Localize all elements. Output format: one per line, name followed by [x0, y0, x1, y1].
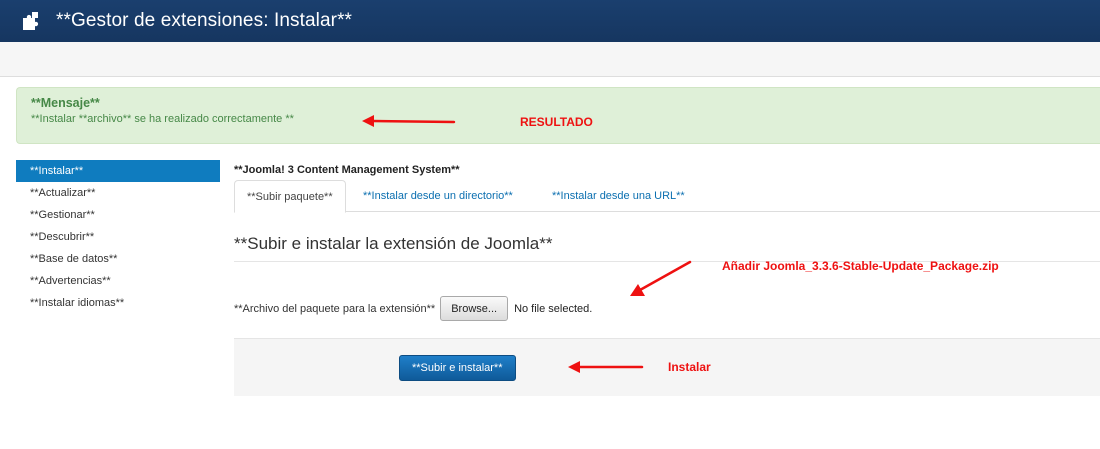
install-tabs: **Subir paquete** **Instalar desde un di…	[234, 180, 1100, 213]
puzzle-icon	[23, 12, 39, 30]
alert-heading: **Mensaje**	[31, 96, 100, 110]
tab-instalar-url[interactable]: **Instalar desde una URL**	[552, 180, 685, 213]
sidebar-item-actualizar[interactable]: **Actualizar**	[16, 182, 220, 204]
annotation-resultado: RESULTADO	[520, 115, 593, 129]
sidebar-item-base-de-datos[interactable]: **Base de datos**	[16, 248, 220, 270]
toolbar	[0, 42, 1100, 77]
sidebar-item-instalar[interactable]: **Instalar**	[16, 160, 220, 182]
page-title: **Gestor de extensiones: Instalar**	[56, 10, 353, 31]
system-title: **Joomla! 3 Content Management System**	[234, 164, 460, 176]
file-upload-row: **Archivo del paquete para la extensión*…	[234, 296, 592, 321]
file-label: **Archivo del paquete para la extensión*…	[234, 302, 436, 315]
sidebar: **Instalar** **Actualizar** **Gestionar*…	[16, 160, 220, 314]
sidebar-item-descubrir[interactable]: **Descubrir**	[16, 226, 220, 248]
arrow-anadir	[638, 260, 692, 292]
section-title: **Subir e instalar la extensión de Jooml…	[234, 234, 553, 253]
arrowhead-anadir	[630, 284, 645, 296]
sidebar-item-advertencias[interactable]: **Advertencias**	[16, 270, 220, 292]
form-actions: **Subir e instalar**	[234, 338, 1100, 396]
sidebar-item-gestionar[interactable]: **Gestionar**	[16, 204, 220, 226]
tab-instalar-directorio[interactable]: **Instalar desde un directorio**	[363, 180, 513, 213]
header-bar: **Gestor de extensiones: Instalar**	[0, 0, 1100, 42]
upload-install-button[interactable]: **Subir e instalar**	[399, 355, 516, 381]
annotation-anadir: Añadir Joomla_3.3.6-Stable-Update_Packag…	[722, 259, 999, 273]
main-content: **Joomla! 3 Content Management System** …	[234, 158, 1100, 396]
annotation-instalar: Instalar	[668, 360, 711, 374]
tab-subir-paquete[interactable]: **Subir paquete**	[234, 180, 346, 213]
sidebar-item-instalar-idiomas[interactable]: **Instalar idiomas**	[16, 292, 220, 314]
no-file-text: No file selected.	[514, 302, 593, 315]
browse-button[interactable]: Browse...	[440, 296, 509, 321]
